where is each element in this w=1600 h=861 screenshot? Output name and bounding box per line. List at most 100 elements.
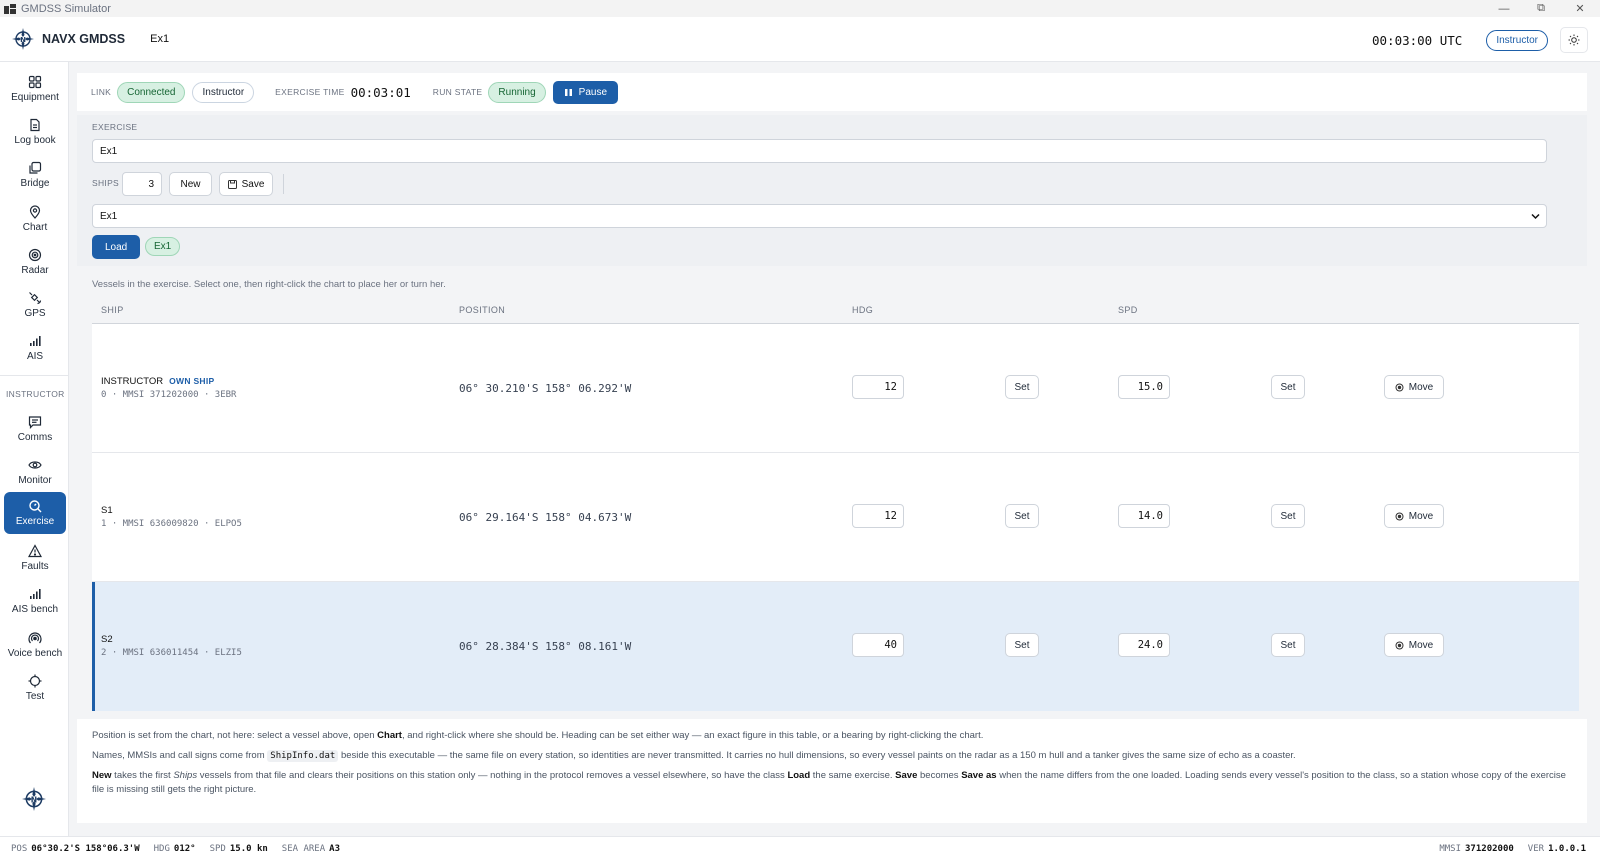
ship-name: S1: [101, 505, 113, 516]
new-exercise-button[interactable]: New: [169, 172, 212, 196]
speed-input[interactable]: 24.0: [1118, 633, 1170, 657]
minimize-button[interactable]: —: [1484, 0, 1524, 17]
pause-button[interactable]: Pause: [552, 80, 619, 104]
nav-comms[interactable]: Comms: [4, 408, 66, 450]
set-speed-button[interactable]: Set: [1271, 375, 1305, 399]
set-heading-button[interactable]: Set: [1005, 633, 1039, 657]
sidebar-section-instructor: INSTRUCTOR: [6, 389, 65, 399]
heading-input[interactable]: 40: [852, 633, 904, 657]
version-value: 1.0.0.1: [1548, 844, 1586, 854]
layers-icon: [29, 161, 42, 174]
move-button[interactable]: Move: [1384, 375, 1444, 399]
load-button[interactable]: Load: [92, 235, 141, 259]
svg-text:N: N: [20, 36, 26, 44]
sea-area-value: A3: [329, 844, 340, 854]
pos-label: POS: [11, 844, 28, 854]
nav-bridge[interactable]: Bridge: [4, 154, 66, 196]
speed-input[interactable]: 14.0: [1118, 504, 1170, 528]
compass-logo-icon: N: [12, 28, 34, 50]
nav-label: AIS bench: [11, 604, 59, 615]
nav-exercise[interactable]: Exercise: [4, 492, 66, 534]
hdg-label: HDG: [153, 844, 170, 854]
note-paragraph: Names, MMSIs and call signs come from Sh…: [92, 749, 1572, 763]
ships-label: SHIPS: [92, 178, 120, 188]
set-heading-button[interactable]: Set: [1005, 504, 1039, 528]
set-speed-button[interactable]: Set: [1271, 504, 1305, 528]
note-paragraph: New takes the first Ships vessels from t…: [92, 769, 1572, 797]
heading-input[interactable]: 12: [852, 504, 904, 528]
nav-radar[interactable]: Radar: [4, 241, 66, 283]
nav-chart[interactable]: Chart: [4, 198, 66, 240]
nav-voice-bench[interactable]: Voice bench: [4, 624, 66, 666]
table-row[interactable]: INSTRUCTOR OWN SHIP 0 · MMSI 371202000 · …: [92, 324, 1579, 453]
toolbar-divider: [283, 174, 284, 194]
table-row[interactable]: S1 1 · MMSI 636009820 · ELPO5 06° 29.164…: [92, 453, 1579, 582]
ship-name: S2: [101, 634, 113, 645]
exercise-time-value: 00:03:01: [350, 84, 411, 100]
move-button[interactable]: Move: [1384, 633, 1444, 657]
spd-value: 15.0 kn: [229, 844, 268, 854]
note-code: ShipInfo.dat: [267, 750, 339, 762]
exercise-time-label: EXERCISE TIME: [275, 87, 345, 97]
exercise-select[interactable]: Ex1: [92, 204, 1547, 228]
ships-count-input[interactable]: 3: [122, 172, 162, 196]
sea-area-label: SEA AREA: [281, 844, 326, 854]
nav-equipment[interactable]: Equipment: [4, 68, 66, 110]
nav-ais[interactable]: AIS: [4, 327, 66, 369]
note-text: Position is set from the chart, not here…: [92, 730, 378, 741]
speed-input[interactable]: 15.0: [1118, 375, 1170, 399]
set-speed-button[interactable]: Set: [1271, 633, 1305, 657]
window-titlebar: GMDSS Simulator — ⧉ ✕: [0, 0, 1600, 17]
nav-label: GPS: [24, 308, 46, 319]
header-hdg: HDG: [852, 305, 874, 315]
nav-label: Equipment: [11, 92, 59, 103]
note-text: Names, MMSIs and call signs come from: [92, 750, 268, 761]
note-text: , and right-click where she should be. H…: [401, 730, 984, 741]
restore-button[interactable]: ⧉: [1521, 0, 1561, 17]
window-title: GMDSS Simulator: [21, 2, 111, 15]
nav-gps[interactable]: GPS: [4, 284, 66, 326]
radar-icon: [28, 248, 42, 262]
own-ship-tag: OWN SHIP: [169, 376, 215, 386]
eye-icon: [28, 461, 42, 469]
set-heading-button[interactable]: Set: [1005, 375, 1039, 399]
theme-toggle-button[interactable]: [1560, 27, 1588, 53]
nav-label: Faults: [21, 561, 49, 572]
run-state-badge: Running: [488, 81, 546, 103]
role-badge[interactable]: Instructor: [1486, 29, 1548, 51]
exercise-panel: EXERCISE Ex1 SHIPS 3 New Save Ex1 Load E…: [77, 115, 1587, 266]
move-button[interactable]: Move: [1384, 504, 1444, 528]
run-state-label: RUN STATE: [432, 87, 483, 97]
exercise-label: EXERCISE: [92, 122, 138, 132]
nav-monitor[interactable]: Monitor: [4, 451, 66, 493]
spd-label: SPD: [209, 844, 226, 854]
target-icon: [1395, 641, 1404, 649]
heading-input[interactable]: 12: [852, 375, 904, 399]
crosshair-icon: [28, 674, 42, 688]
nav-faults[interactable]: Faults: [4, 537, 66, 579]
move-label: Move: [1408, 381, 1434, 393]
help-notes: Position is set from the chart, not here…: [77, 719, 1587, 823]
sun-icon: [1568, 34, 1580, 46]
exercise-name-input[interactable]: Ex1: [92, 139, 1547, 163]
nav-test[interactable]: Test: [4, 667, 66, 709]
ship-position: 06° 29.164'S 158° 04.673'W: [459, 511, 632, 524]
note-text: beside this executable — the same file o…: [338, 750, 1296, 761]
target-icon: [1395, 383, 1404, 391]
signal-bars-icon: [30, 589, 41, 599]
table-row-selected[interactable]: S2 2 · MMSI 636011454 · ELZI5 06° 28.384…: [92, 582, 1579, 711]
header-exercise-name: Ex1: [150, 33, 170, 45]
nav-ais-bench[interactable]: AIS bench: [4, 580, 66, 622]
save-exercise-button[interactable]: Save: [219, 172, 273, 196]
pause-icon: [564, 88, 572, 96]
close-button[interactable]: ✕: [1560, 0, 1600, 17]
nav-label: Test: [25, 691, 45, 702]
note-text: takes the first: [111, 770, 174, 781]
sidebar: Equipment Log book Bridge Chart Radar GP…: [0, 62, 69, 836]
link-state-badge: Connected: [117, 81, 186, 103]
map-pin-icon: [29, 205, 41, 219]
nav-log-book[interactable]: Log book: [4, 111, 66, 153]
note-bold: Load: [787, 770, 811, 781]
grid-icon: [28, 75, 42, 89]
pause-label: Pause: [578, 86, 608, 98]
